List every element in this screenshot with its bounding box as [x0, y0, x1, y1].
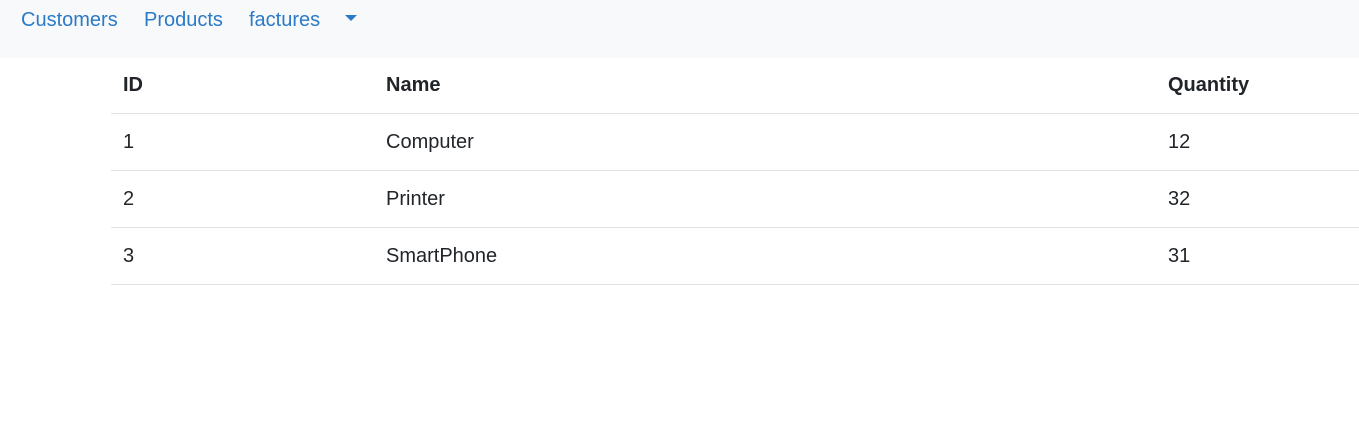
top-navbar: Customers Products factures [0, 0, 1359, 58]
products-table: ID Name Quantity 1 Computer 12 2 Printer… [111, 58, 1359, 285]
cell-id: 1 [111, 113, 374, 171]
cell-quantity: 12 [1156, 113, 1359, 171]
cell-id: 3 [111, 227, 374, 285]
table-row: 2 Printer 32 [111, 170, 1359, 228]
table-header-row: ID Name Quantity [111, 58, 1359, 114]
nav-link-customers[interactable]: Customers [21, 8, 118, 32]
column-header-quantity: Quantity [1156, 58, 1359, 114]
cell-quantity: 32 [1156, 170, 1359, 228]
table-row: 3 SmartPhone 31 [111, 227, 1359, 285]
cell-name: Computer [374, 113, 1156, 171]
cell-quantity: 31 [1156, 227, 1359, 285]
products-table-container: ID Name Quantity 1 Computer 12 2 Printer… [111, 58, 1359, 285]
cell-name: Printer [374, 170, 1156, 228]
cell-name: SmartPhone [374, 227, 1156, 285]
column-header-name: Name [374, 58, 1156, 114]
column-header-id: ID [111, 58, 374, 114]
cell-id: 2 [111, 170, 374, 228]
nav-link-products[interactable]: Products [144, 8, 223, 32]
nav-link-factures[interactable]: factures [249, 8, 320, 32]
table-row: 1 Computer 12 [111, 113, 1359, 171]
caret-down-icon[interactable] [345, 15, 357, 21]
